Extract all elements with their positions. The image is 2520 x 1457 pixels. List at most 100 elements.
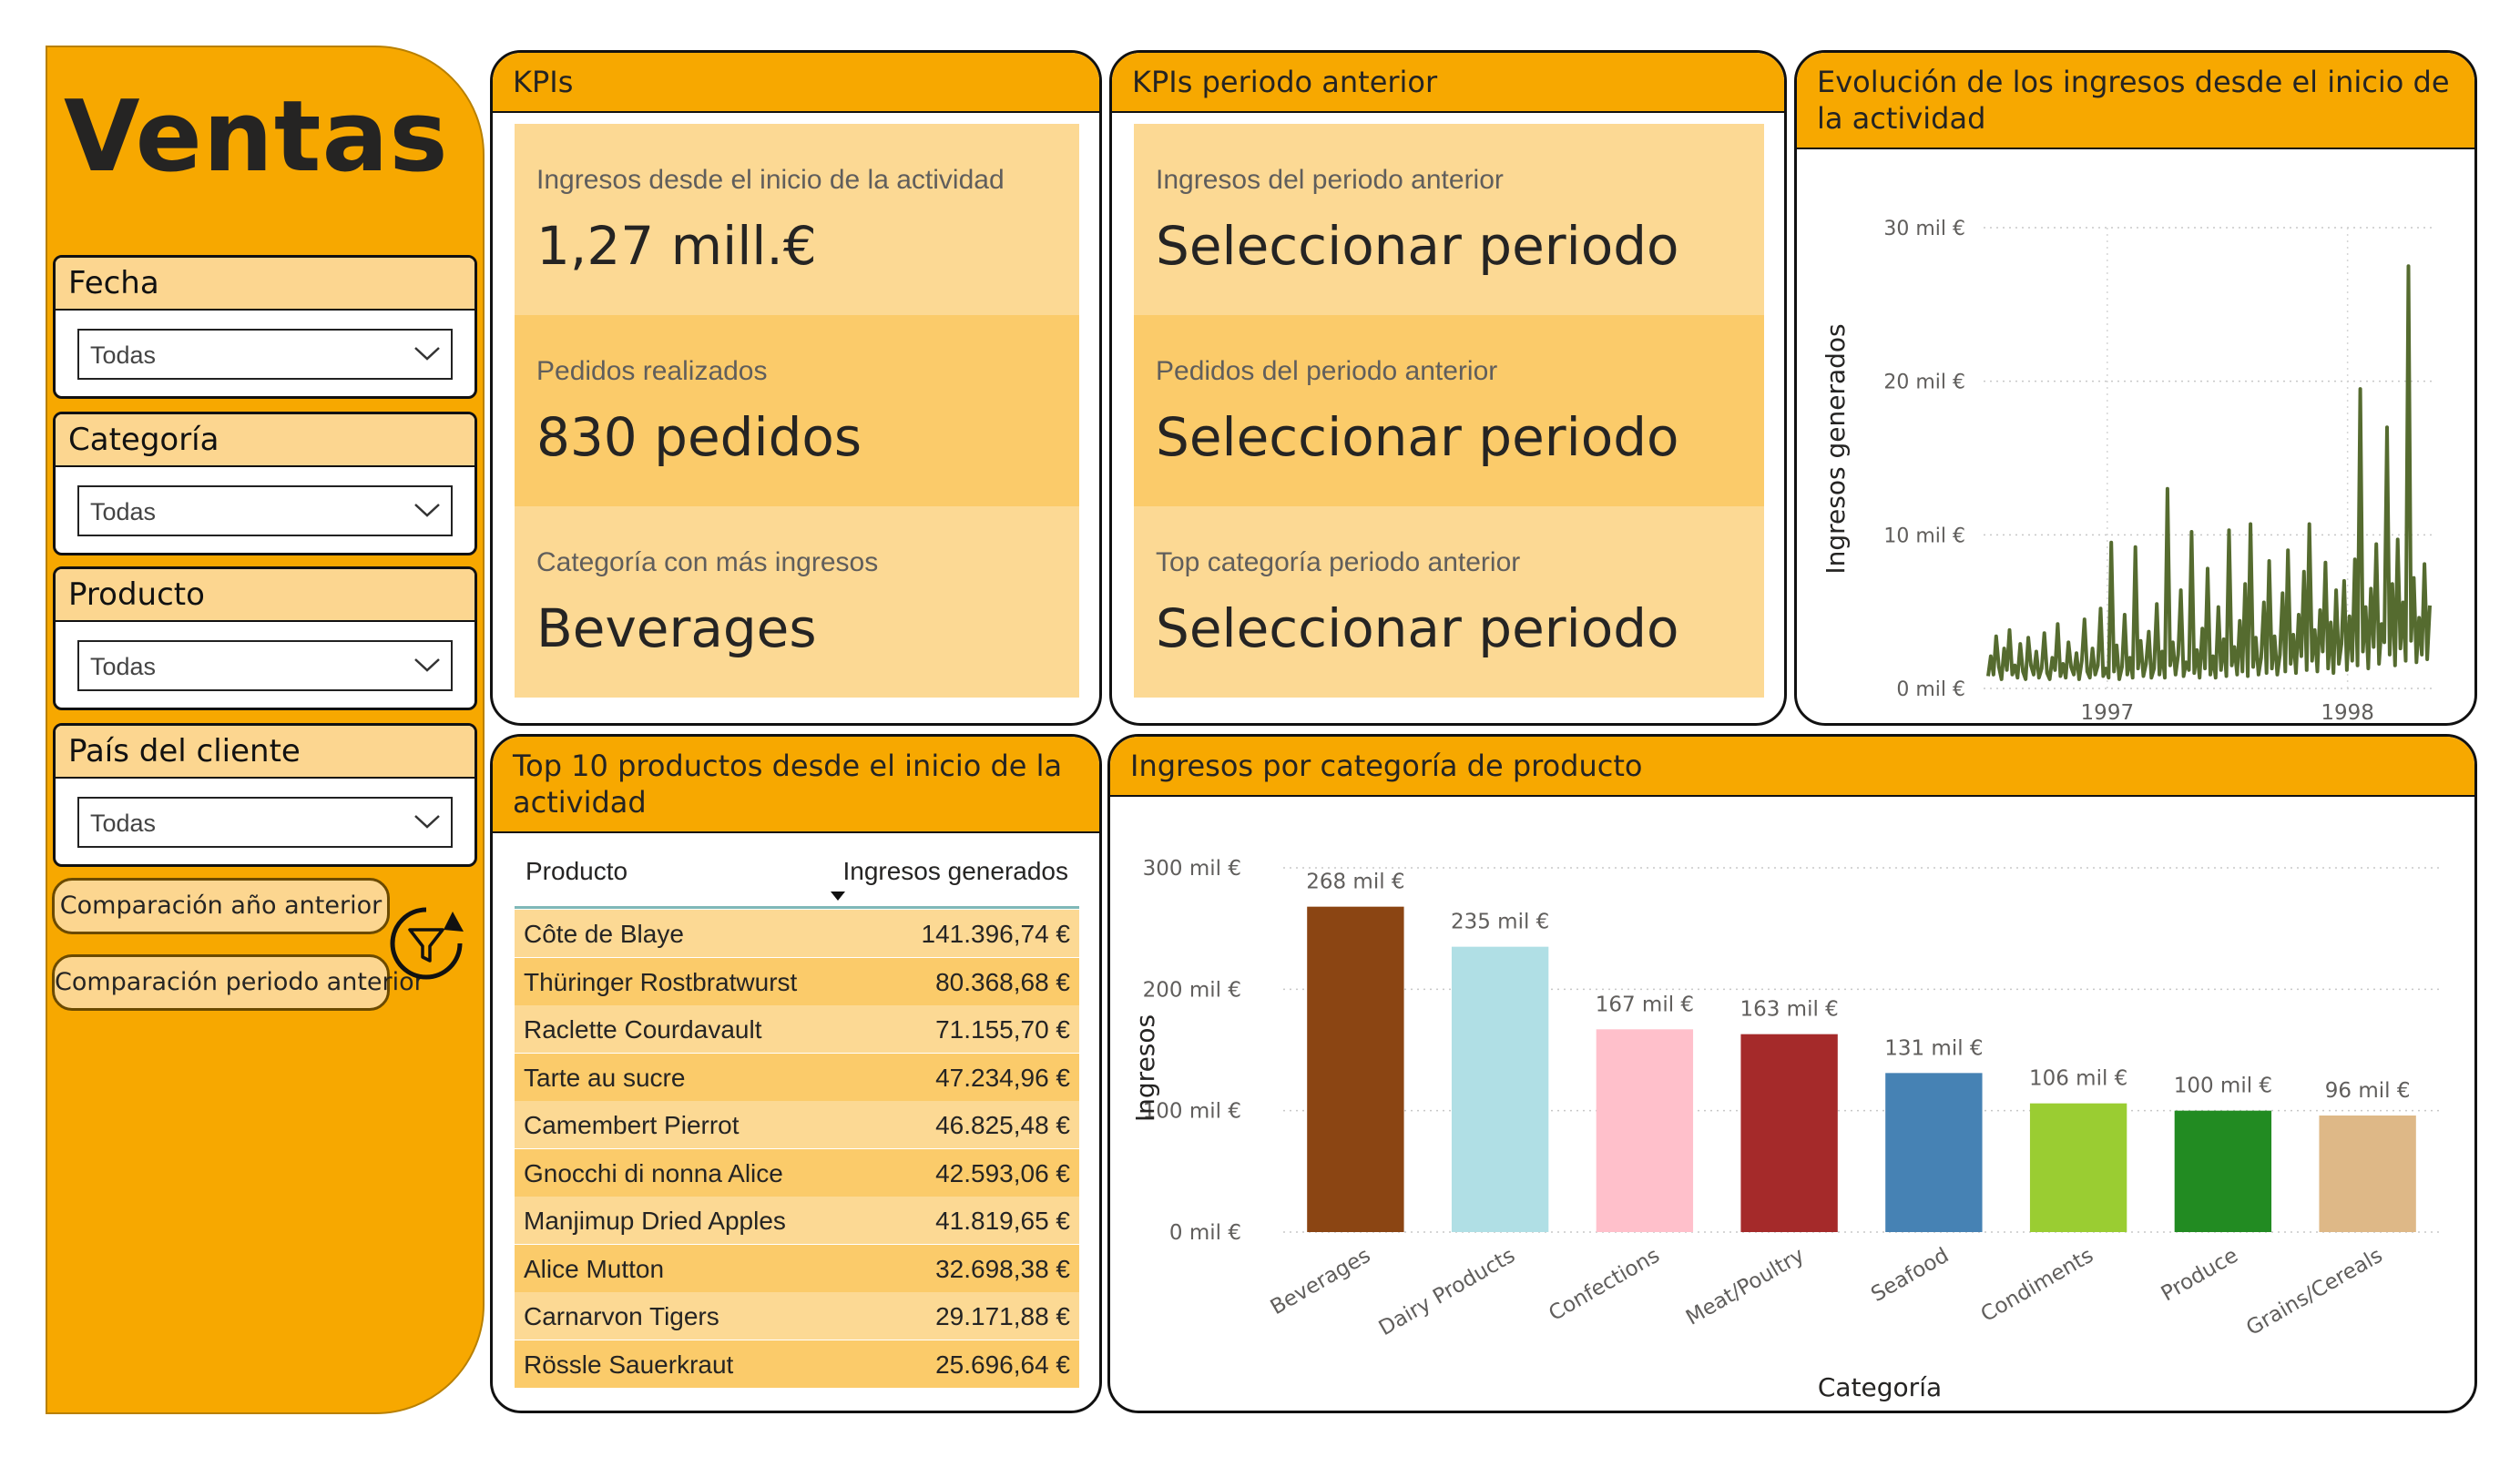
bar-condiments[interactable] [2029,1103,2127,1232]
y-tick-label: 200 mil € [1143,978,1241,1002]
card-title-line1: Top 10 productos desde el inicio de la [513,749,1063,783]
card-header: Top 10 productos desde el inicio de la a… [493,737,1099,833]
data-label: 96 mil € [2325,1079,2411,1103]
bar-meat-poultry[interactable] [1740,1034,1838,1232]
dropdown-value: Todas [90,810,157,837]
product-name-cell: Carnarvon Tigers [524,1302,719,1330]
table-row[interactable]: Côte de Blaye 141.396,74 € [515,910,1079,957]
kpi-prev-revenue: Ingresos del periodo anterior Selecciona… [1134,124,1764,315]
header-divider [515,906,1079,909]
card-title: Ingresos por categoría de producto [1130,749,1643,783]
product-name-cell: Alice Mutton [524,1254,665,1283]
revenue-cell: 80.368,68 € [935,967,1070,996]
table-row[interactable]: Tarte au sucre 47.234,96 € [515,1053,1079,1101]
revenue-cell: 47.234,96 € [935,1063,1070,1092]
fecha-dropdown[interactable]: Todas [77,329,453,380]
kpi-value: Seleccionar periodo [1156,406,1679,468]
dropdown-value: Todas [90,341,157,369]
column-header-ingresos[interactable]: Ingresos generados [842,857,1068,886]
pais-dropdown[interactable]: Todas [77,797,453,848]
x-axis-label: Categoría [1818,1372,1942,1402]
revenue-evolution-card: Evolución de los ingresos desde el inici… [1794,50,2477,726]
table-body: Côte de Blaye 141.396,74 € Thüringer Rostb… [515,910,1079,1392]
product-name-cell: Tarte au sucre [524,1063,686,1092]
dropdown-value: Todas [90,653,157,680]
top10-table: Producto Ingresos generados Côte de Blay… [515,846,1079,1392]
data-label: 163 mil € [1740,998,1838,1022]
table-row[interactable]: Raclette Courdavault 71.155,70 € [515,1005,1079,1053]
y-tick-label: 300 mil € [1143,857,1241,881]
slicer-label: País del cliente [68,733,301,769]
slicer-pais: País del cliente Todas [53,723,477,867]
kpi-label: Ingresos desde el inicio de la actividad [536,165,1005,195]
bar-produce[interactable] [2174,1110,2272,1232]
kpi-label: Top categoría periodo anterior [1156,547,1521,577]
category-revenue-card: Ingresos por categoría de producto 0 mil… [1107,734,2477,1413]
y-tick-label: 0 mil € [1169,1221,1241,1245]
kpi-label: Categoría con más ingresos [536,547,879,577]
table-row[interactable]: Alice Mutton 32.698,38 € [515,1244,1079,1292]
chevron-down-icon [414,658,440,672]
kpi-value: 830 pedidos [536,406,862,468]
revenue-line[interactable] [1986,264,2432,681]
product-name-cell: Raclette Courdavault [524,1015,762,1044]
x-tick-label: 1998 [2321,701,2374,723]
column-header-producto[interactable]: Producto [525,857,627,886]
kpi-label: Pedidos realizados [536,356,768,386]
table-row[interactable]: Rössle Sauerkraut 25.696,64 € [515,1340,1079,1388]
category-label: Seafood [1867,1244,1953,1307]
bar-beverages[interactable] [1307,906,1404,1232]
category-label: Confections [1545,1244,1663,1326]
kpi-value: 1,27 mill.€ [536,215,817,277]
slicer-header: Categoría [56,414,474,467]
prev-period-button[interactable]: Comparación periodo anterior [52,954,424,1011]
slicer-categoria: Categoría Todas [53,412,477,555]
data-label: 235 mil € [1451,911,1549,934]
card-title: KPIs periodo anterior [1132,65,1438,99]
data-label: 106 mil € [2029,1067,2127,1091]
kpi-value: Seleccionar periodo [1156,215,1679,277]
table-row[interactable]: Manjimup Dried Apples 41.819,65 € [515,1197,1079,1244]
filter-reset-icon[interactable] [387,904,465,983]
bar-dairy-products[interactable] [1451,946,1549,1232]
product-name-cell: Rössle Sauerkraut [524,1350,734,1379]
revenue-cell: 42.593,06 € [935,1158,1070,1187]
category-label: Dairy Products [1375,1244,1519,1340]
data-label: 100 mil € [2174,1075,2272,1098]
bar-confections[interactable] [1596,1029,1694,1232]
slicer-label: Fecha [68,265,159,301]
kpi-value: Beverages [536,597,817,659]
category-label: Grains/Cereals [2242,1244,2386,1340]
top10-card: Top 10 productos desde el inicio de la a… [490,734,1102,1413]
table-row[interactable]: Camembert Pierrot 46.825,48 € [515,1101,1079,1148]
card-title-line2: actividad [513,785,647,820]
card-title-line2: la actividad [1817,101,1986,136]
table-row[interactable]: Thüringer Rostbratwurst 80.368,68 € [515,957,1079,1005]
categoria-dropdown[interactable]: Todas [77,485,453,536]
bar-chart: 0 mil € 100 mil € 200 mil € 300 mil € 268 mi… [1130,857,2440,1402]
y-axis-label: Ingresos [1130,1014,1160,1122]
producto-dropdown[interactable]: Todas [77,640,453,691]
dropdown-value: Todas [90,498,157,525]
card-header: Ingresos por categoría de producto [1110,737,2474,797]
y-tick-label: 0 mil € [1896,678,1965,701]
y-tick-label: 30 mil € [1883,218,1965,240]
card-header: Evolución de los ingresos desde el inici… [1797,53,2474,149]
data-label: 131 mil € [1884,1036,1983,1060]
slicer-label: Producto [68,576,205,613]
chevron-down-icon [414,347,440,361]
y-tick-label: 20 mil € [1883,372,1965,394]
product-name-cell: Côte de Blaye [524,920,684,948]
table-row[interactable]: Carnarvon Tigers 29.171,88 € [515,1292,1079,1340]
bar-grains-cereals[interactable] [2319,1116,2416,1232]
product-name-cell: Thüringer Rostbratwurst [524,967,798,996]
kpi-top-category: Categoría con más ingresos Beverages [515,506,1079,698]
bar-seafood[interactable] [1885,1073,1983,1232]
revenue-cell: 29.171,88 € [935,1302,1070,1330]
data-label: 268 mil € [1306,871,1404,894]
table-row[interactable]: Gnocchi di nonna Alice 42.593,06 € [515,1148,1079,1197]
kpi-label: Ingresos del periodo anterior [1156,165,1504,195]
data-label: 167 mil € [1596,993,1694,1016]
revenue-cell: 71.155,70 € [935,1015,1070,1044]
prev-year-button[interactable]: Comparación año anterior [52,878,390,934]
